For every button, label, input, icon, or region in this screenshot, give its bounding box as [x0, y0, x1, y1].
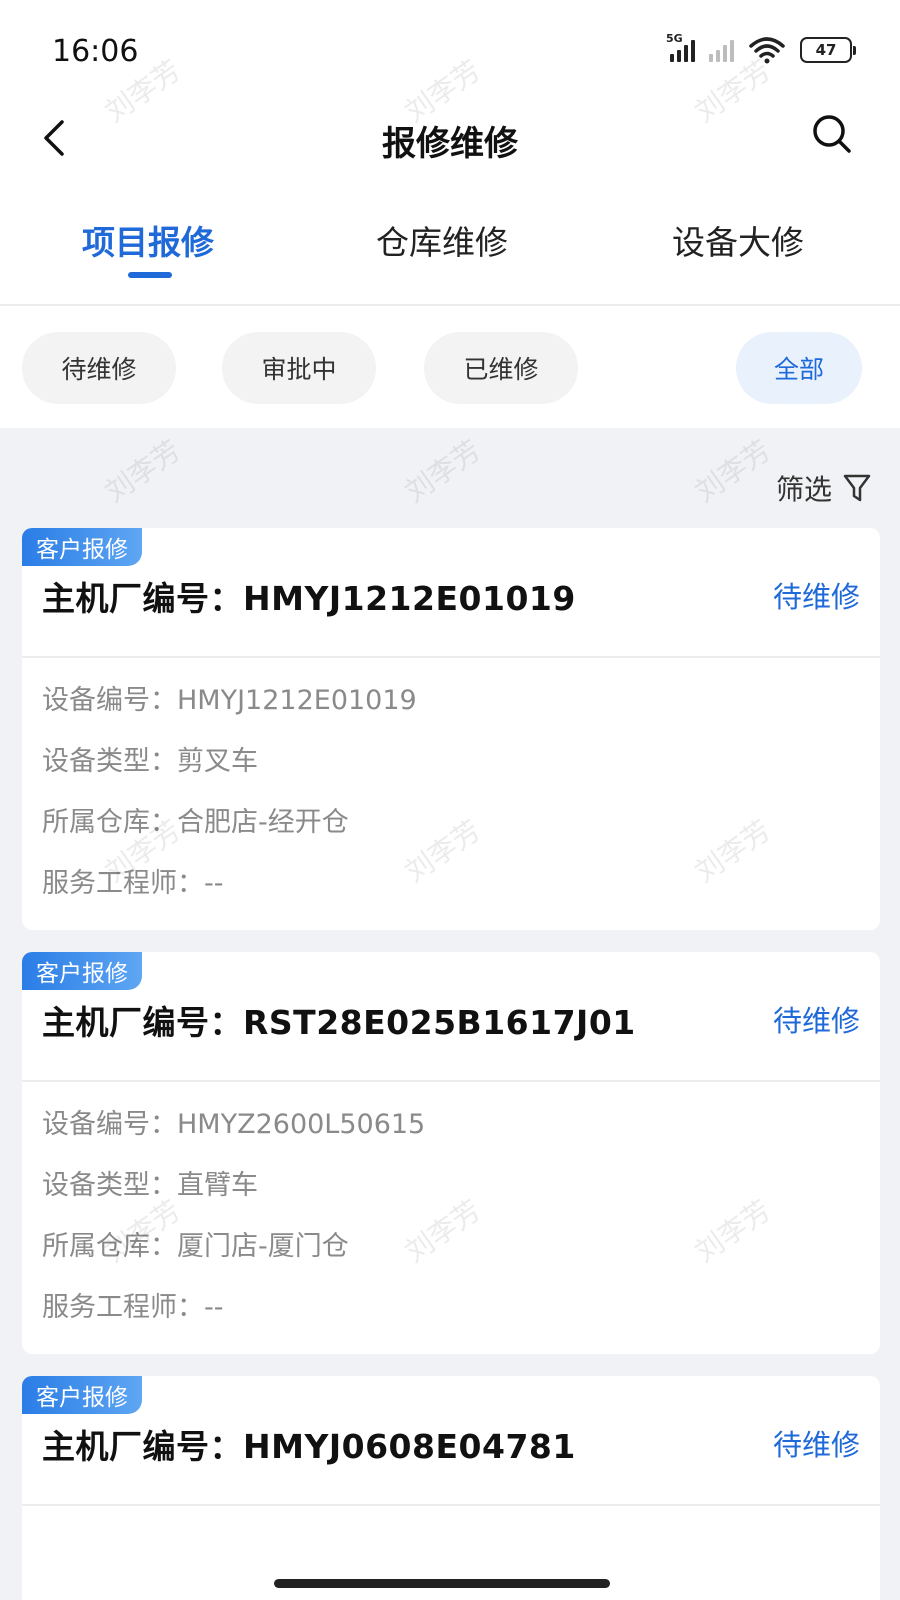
card-status: 待维修 — [772, 1004, 860, 1038]
funnel-icon — [843, 474, 871, 502]
network-type-label: 5G — [666, 32, 683, 45]
chip-in-approval[interactable]: 审批中 — [222, 332, 376, 404]
filter-button[interactable]: 筛选 — [776, 468, 872, 508]
card-tag: 客户报修 — [22, 952, 142, 990]
field-equipment-type: 设备类型：直臂车 — [42, 1170, 258, 1201]
status-filter-chips: 待维修 审批中 已维修 全部 — [0, 306, 900, 428]
field-equipment-type: 设备类型：剪叉车 — [42, 746, 258, 777]
card-body: 设备编号：HMYZ2600L50615 设备类型：直臂车 所属仓库：厦门店-厦门… — [22, 1082, 880, 1354]
tab-warehouse-repair[interactable]: 仓库维修 — [376, 216, 508, 264]
tab-equipment-overhaul[interactable]: 设备大修 — [672, 216, 804, 264]
repair-card[interactable]: 客户报修 主机厂编号：HMYJ1212E01019 待维修 设备编号：HMYJ1… — [22, 528, 880, 930]
field-equipment-no: 设备编号：HMYZ2600L50615 — [42, 1109, 426, 1140]
card-title: 主机厂编号：HMYJ0608E04781 — [42, 1427, 576, 1466]
active-tab-indicator — [128, 272, 172, 278]
card-status: 待维修 — [772, 580, 860, 614]
field-engineer: 服务工程师：-- — [42, 1292, 224, 1323]
chip-all[interactable]: 全部 — [736, 332, 862, 404]
app-header: 报修维修 — [0, 100, 900, 180]
tab-project-repair[interactable]: 项目报修 — [82, 216, 214, 264]
card-tag: 客户报修 — [22, 528, 142, 566]
card-title: 主机厂编号：RST28E025B1617J01 — [42, 1003, 636, 1042]
field-warehouse: 所属仓库：厦门店-厦门仓 — [42, 1231, 349, 1262]
status-time: 16:06 — [52, 34, 139, 69]
card-tag: 客户报修 — [22, 1376, 142, 1414]
card-status: 待维修 — [772, 1428, 860, 1462]
card-body: 设备编号：HMYJ1212E01019 设备类型：剪叉车 所属仓库：合肥店-经开… — [22, 658, 880, 930]
wifi-icon — [749, 37, 785, 64]
field-equipment-no: 设备编号：HMYJ1212E01019 — [42, 685, 417, 716]
field-warehouse: 所属仓库：合肥店-经开仓 — [42, 807, 349, 838]
battery-icon: 47 — [800, 37, 856, 63]
cellular-signal-icon: 5G — [666, 32, 695, 62]
chip-repaired[interactable]: 已维修 — [424, 332, 578, 404]
field-engineer: 服务工程师：-- — [42, 868, 224, 899]
repair-card[interactable]: 客户报修 主机厂编号：HMYJ0608E04781 待维修 — [22, 1376, 880, 1600]
card-header: 客户报修 主机厂编号：HMYJ0608E04781 待维修 — [22, 1376, 880, 1506]
card-header: 客户报修 主机厂编号：HMYJ1212E01019 待维修 — [22, 528, 880, 658]
home-indicator[interactable] — [274, 1579, 610, 1588]
chip-pending-repair[interactable]: 待维修 — [22, 332, 176, 404]
repair-list: 筛选 客户报修 主机厂编号：HMYJ1212E01019 待维修 设备编号：HM… — [0, 428, 900, 1600]
battery-level: 47 — [815, 41, 837, 59]
card-title: 主机厂编号：HMYJ1212E01019 — [42, 579, 576, 618]
repair-card[interactable]: 客户报修 主机厂编号：RST28E025B1617J01 待维修 设备编号：HM… — [22, 952, 880, 1354]
tab-bar: 项目报修 仓库维修 设备大修 — [0, 200, 900, 306]
secondary-signal-icon — [709, 38, 734, 62]
card-header: 客户报修 主机厂编号：RST28E025B1617J01 待维修 — [22, 952, 880, 1082]
page-title: 报修维修 — [382, 124, 518, 164]
status-bar: 16:06 5G 47 — [0, 0, 900, 100]
search-icon[interactable] — [810, 112, 854, 156]
filter-label: 筛选 — [775, 473, 832, 506]
status-icons: 5G 47 — [666, 32, 856, 64]
